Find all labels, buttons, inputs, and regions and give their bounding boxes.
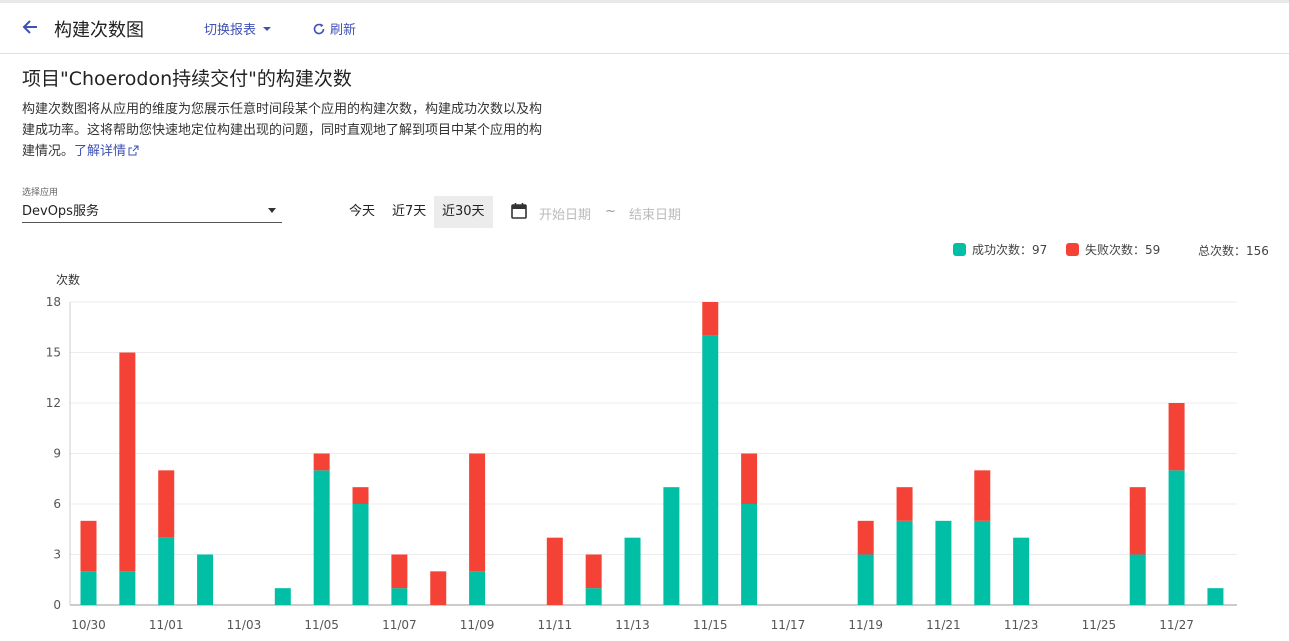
bar-success[interactable] [702,335,719,605]
x-tick-label: 11/05 [304,618,339,632]
learn-more-link[interactable]: 了解详情 [74,144,139,159]
bar-fail[interactable] [469,453,486,572]
bar-fail[interactable] [352,487,369,504]
bar-success[interactable] [585,588,602,605]
end-date-input[interactable]: 结束日期 [629,204,681,223]
refresh-label: 刷新 [330,23,357,38]
x-tick-label: 11/27 [1159,618,1194,632]
bar-success[interactable] [119,571,136,605]
dropdown-caret-icon [268,208,276,213]
build-count-chart: 0 3 6 9 12 15 18 10/30 11/01 11/03 11/05 11/07 11/09… [46,295,1237,632]
bar-success[interactable] [741,504,758,605]
start-date-input[interactable]: 开始日期 [539,204,591,223]
bar-success[interactable] [197,554,214,606]
bar-success[interactable] [974,520,991,605]
bar-fail[interactable] [585,554,602,589]
page-title: 构建次数图 [54,20,144,41]
bar-fail[interactable] [1168,403,1185,471]
bar-success[interactable] [391,588,408,605]
x-tick-label: 11/17 [771,618,806,632]
success-swatch [953,243,966,256]
bar-success[interactable] [1013,537,1030,605]
app-select-label: 选择应用 [22,188,59,198]
fail-swatch [1066,243,1079,256]
legend-fail[interactable]: 失败次数：59 [1066,241,1160,258]
bar-success[interactable] [857,554,874,606]
x-tick-label: 10/30 [71,618,106,632]
app-select-value: DevOps服务 [22,204,99,219]
bar-success[interactable] [313,470,330,605]
calendar-icon[interactable] [510,202,528,220]
range-today-button[interactable]: 今天 [341,196,383,228]
legend-success[interactable]: 成功次数：97 [953,241,1047,258]
learn-more-label: 了解详情 [74,144,127,159]
y-tick-label: 3 [53,548,61,562]
refresh-icon [313,23,325,34]
x-tick-label: 11/13 [615,618,650,632]
x-tick-label: 11/19 [848,618,883,632]
bar-success[interactable] [663,487,680,605]
x-tick-label: 11/07 [382,618,417,632]
x-tick-label: 11/09 [460,618,495,632]
report-description: 构建次数图将从应用的维度为您展示任意时间段某个应用的构建次数，构建成功次数以及构… [22,99,542,162]
x-tick-label: 11/03 [227,618,262,632]
legend-total: 总次数：156 [1198,244,1269,258]
report-heading: 项目"Choerodon持续交付"的构建次数 [22,68,352,90]
y-tick-label: 18 [46,295,61,309]
x-tick-label: 11/15 [693,618,728,632]
bar-fail[interactable] [313,453,330,471]
bar-success[interactable] [1129,554,1146,606]
bar-success[interactable] [274,588,291,605]
x-tick-label: 11/11 [538,618,573,632]
bar-fail[interactable] [1129,487,1146,555]
y-axis-title: 次数 [56,273,81,287]
caret-down-icon [263,26,272,31]
x-tick-label: 11/01 [149,618,184,632]
bar-fail[interactable] [974,470,991,521]
bar-fail[interactable] [857,520,874,555]
x-tick-label: 11/25 [1082,618,1117,632]
back-arrow-icon[interactable] [20,16,42,38]
legend-fail-label: 失败次数：59 [1085,243,1161,257]
bar-fail[interactable] [80,520,97,572]
app-select[interactable]: DevOps服务 [22,200,282,223]
bar-fail[interactable] [702,302,719,336]
bar-fail[interactable] [546,537,563,605]
bar-fail[interactable] [896,487,913,521]
bar-success[interactable] [935,520,952,605]
x-tick-label: 11/23 [1004,618,1039,632]
bar-fail[interactable] [158,470,175,538]
bar-success[interactable] [352,504,369,605]
refresh-button[interactable]: 刷新 [312,19,356,38]
y-tick-label: 6 [53,497,61,511]
bar-fail[interactable] [430,571,447,605]
switch-report-button[interactable]: 切换报表 [204,19,272,38]
bar-success[interactable] [1168,470,1185,605]
bar-fail[interactable] [391,554,408,589]
bar-success[interactable] [896,520,913,605]
bar-success[interactable] [80,571,97,605]
y-tick-label: 12 [46,396,61,410]
y-tick-label: 0 [53,598,61,612]
y-tick-label: 15 [46,346,61,360]
date-range-separator: ~ [605,204,616,219]
bar-success[interactable] [469,571,486,605]
range-30-days-button[interactable]: 近30天 [434,196,493,228]
range-7-days-button[interactable]: 近7天 [384,196,434,228]
x-tick-label: 11/21 [926,618,961,632]
bar-fail[interactable] [119,352,136,572]
legend-success-label: 成功次数：97 [972,243,1048,257]
bar-success[interactable] [158,537,175,605]
y-tick-label: 9 [53,447,61,461]
bar-success[interactable] [624,537,641,605]
external-link-icon [128,145,139,156]
bar-success[interactable] [1207,588,1224,605]
top-bar: 构建次数图 切换报表 刷新 [0,0,1289,54]
switch-report-label: 切换报表 [204,23,257,38]
bar-fail[interactable] [741,453,758,505]
